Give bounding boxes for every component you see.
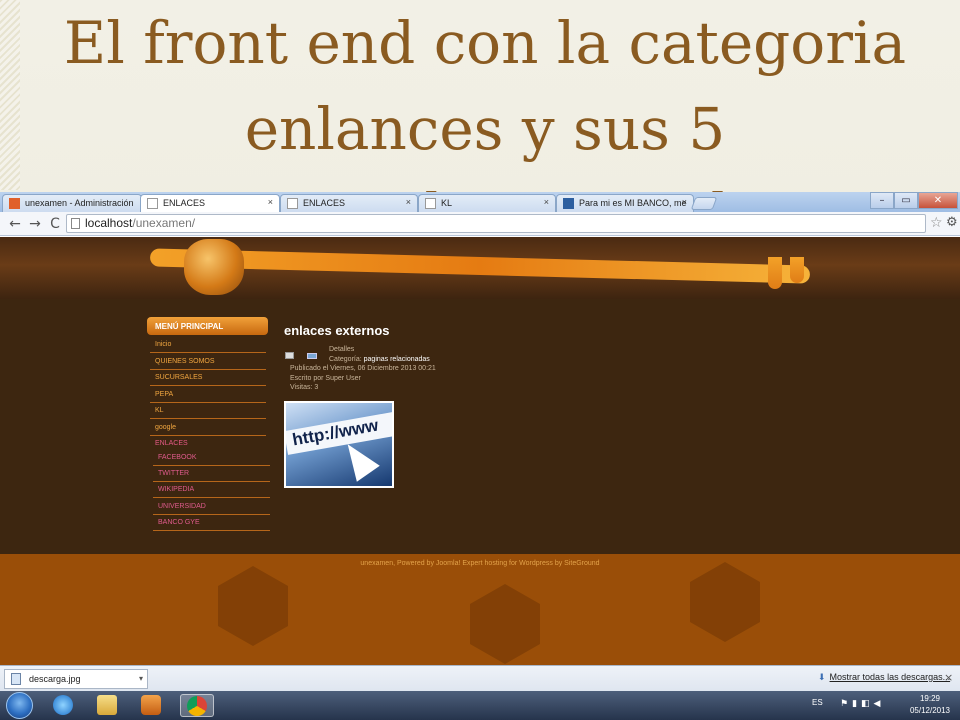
media-player-icon: [141, 695, 161, 715]
submenu-item-wikipedia[interactable]: WIKIPEDIA: [153, 482, 270, 498]
site-footer: unexamen, Powered by Joomla! Expert host…: [0, 554, 960, 665]
download-filename: descarga.jpg: [29, 674, 81, 684]
tab-close-icon[interactable]: ×: [682, 197, 687, 207]
page-favicon-icon: [425, 198, 436, 209]
category-link[interactable]: paginas relacionadas: [364, 356, 430, 363]
hexagon-decoration: [218, 566, 288, 646]
language-indicator[interactable]: ES: [812, 698, 823, 707]
taskbar-media-player[interactable]: [138, 694, 164, 717]
folder-icon: [97, 695, 117, 715]
article-title: enlaces externos: [284, 323, 390, 338]
tab-close-icon[interactable]: ×: [544, 197, 549, 207]
bookmark-star-icon[interactable]: ☆: [930, 215, 943, 231]
website-viewport: unexamen, Powered by Joomla! Expert host…: [0, 237, 960, 665]
tab-label: KL: [441, 198, 453, 208]
menu-item-kl[interactable]: KL: [150, 403, 266, 419]
category-label: Categoría:: [329, 355, 362, 363]
download-item[interactable]: descarga.jpg ▾: [4, 669, 148, 689]
hexagon-decoration: [470, 584, 540, 664]
download-arrow-icon: ⬇: [818, 672, 826, 682]
menu-item-google[interactable]: google: [150, 420, 266, 436]
wrench-menu-icon[interactable]: ⚙: [946, 215, 958, 230]
taskbar-internet-explorer[interactable]: [50, 694, 76, 717]
visits-count: Visitas: 3: [290, 384, 319, 391]
menu-item-quienes-somos[interactable]: QUIENES SOMOS: [150, 354, 266, 370]
windows-taskbar: ES ⚑▮◧◀ 19:29 05/12/2013: [0, 691, 960, 720]
tab-unexamen-admin[interactable]: unexamen - Administración: [2, 194, 142, 212]
main-menu-title: MENÚ PRINCIPAL: [147, 317, 268, 335]
honey-stream-graphic: [149, 248, 811, 284]
details-label: Detalles: [329, 346, 355, 353]
new-tab-button[interactable]: [690, 197, 718, 210]
slide-accent-stripe: [0, 0, 20, 190]
download-bar: descarga.jpg ▾ ⬇ Mostrar todas las descar…: [0, 665, 960, 691]
footer-credits: unexamen, Powered by Joomla! Expert host…: [360, 560, 600, 567]
hexagon-decoration: [690, 562, 760, 642]
menu-item-pepa[interactable]: PEPA: [150, 387, 266, 403]
taskbar-chrome[interactable]: [180, 694, 214, 717]
browser-toolbar: ← → C localhost/unexamen/ ☆ ⚙: [0, 212, 960, 236]
tab-label: ENLACES: [303, 198, 346, 208]
submenu-item-facebook[interactable]: FACEBOOK: [153, 450, 270, 466]
submenu-item-universidad[interactable]: UNIVERSIDAD: [153, 499, 270, 515]
tab-mi-banco[interactable]: Para mi es MI BANCO, me ×: [556, 194, 694, 212]
published-date: Publicado el Viernes, 06 Diciembre 2013 …: [290, 365, 436, 372]
site-main: [0, 299, 960, 554]
code-favicon-icon: [563, 198, 574, 209]
honey-pot-graphic: [184, 239, 244, 295]
menu-item-sucursales[interactable]: SUCURSALES: [150, 370, 266, 386]
window-close-button[interactable]: ✕: [918, 192, 958, 209]
honey-drip-graphic: [768, 257, 782, 289]
address-path: /unexamen/: [132, 216, 196, 230]
clock-time: 19:29: [919, 694, 941, 703]
article-meta: Detalles Categoría: paginas relacionadas…: [290, 345, 436, 393]
page-favicon-icon: [287, 198, 298, 209]
image-file-icon: [11, 673, 21, 685]
page-favicon-icon: [147, 198, 158, 209]
browser-window: unexamen - Administración ENLACES × ENLA…: [0, 192, 960, 720]
tab-close-icon[interactable]: ×: [268, 197, 273, 207]
page-icon: [71, 218, 80, 229]
tab-label: ENLACES: [163, 198, 206, 208]
clock-date: 05/12/2013: [909, 706, 951, 715]
system-clock[interactable]: 19:29 05/12/2013: [900, 693, 960, 717]
http-link-image: http://www: [284, 401, 394, 488]
chrome-icon: [187, 696, 207, 716]
internet-explorer-icon: [53, 695, 73, 715]
show-all-downloads-link[interactable]: ⬇ Mostrar todas las descargas...: [818, 672, 950, 683]
reload-icon[interactable]: C: [46, 215, 64, 233]
system-tray-icons[interactable]: ⚑▮◧◀: [840, 699, 884, 709]
tab-close-icon[interactable]: ×: [406, 197, 411, 207]
forward-arrow-icon[interactable]: →: [26, 215, 44, 233]
address-host: localhost: [85, 216, 133, 230]
taskbar-file-explorer[interactable]: [94, 694, 120, 717]
submenu-item-twitter[interactable]: TWITTER: [153, 466, 270, 482]
honey-drip-graphic: [790, 257, 804, 283]
tab-enlaces-active[interactable]: ENLACES ×: [140, 194, 280, 212]
tab-strip: unexamen - Administración ENLACES × ENLA…: [0, 192, 960, 212]
maximize-button[interactable]: ▭: [894, 192, 918, 209]
joomla-favicon-icon: [9, 198, 20, 209]
tab-enlaces[interactable]: ENLACES ×: [280, 194, 418, 212]
show-all-downloads-label: Mostrar todas las descargas...: [829, 672, 951, 682]
submenu-item-banco-gye[interactable]: BANCO GYE: [153, 515, 270, 531]
minimize-button[interactable]: –: [870, 192, 894, 209]
author-line: Escrito por Super User: [290, 374, 361, 382]
chevron-down-icon[interactable]: ▾: [139, 670, 143, 688]
back-arrow-icon[interactable]: ←: [6, 215, 24, 233]
start-button[interactable]: [6, 692, 33, 719]
menu-item-inicio[interactable]: Inicio: [150, 337, 266, 353]
address-bar[interactable]: localhost/unexamen/: [66, 214, 926, 233]
tab-label: unexamen - Administración: [25, 198, 134, 208]
tab-kl[interactable]: KL ×: [418, 194, 556, 212]
tab-label: Para mi es MI BANCO, me: [579, 198, 687, 208]
site-header-banner: [0, 237, 960, 299]
close-download-bar-icon[interactable]: ×: [944, 671, 953, 684]
